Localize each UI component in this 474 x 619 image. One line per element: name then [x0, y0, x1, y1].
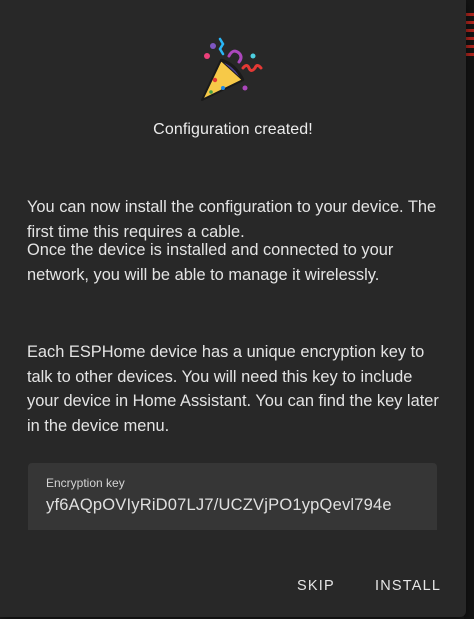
encryption-key-label: Encryption key	[46, 476, 125, 490]
install-button[interactable]: INSTALL	[367, 570, 449, 602]
install-instructions-text: You can now install the configuration to…	[27, 198, 437, 241]
encryption-key-field[interactable]: Encryption key yf6AQpOVIyRiD07LJ7/UCZVjP…	[28, 463, 437, 530]
wireless-management-text: Once the device is installed and connect…	[27, 241, 394, 284]
encryption-key-info-text: Each ESPHome device has a unique encrypt…	[27, 343, 439, 435]
dialog-title: Configuration created!	[153, 121, 313, 138]
skip-button[interactable]: SKIP	[289, 570, 343, 602]
party-popper-icon	[201, 37, 263, 101]
encryption-key-value[interactable]: yf6AQpOVIyRiD07LJ7/UCZVjPO1ypQevl794e	[46, 496, 429, 515]
config-created-dialog: Configuration created! You can now insta…	[0, 0, 466, 617]
